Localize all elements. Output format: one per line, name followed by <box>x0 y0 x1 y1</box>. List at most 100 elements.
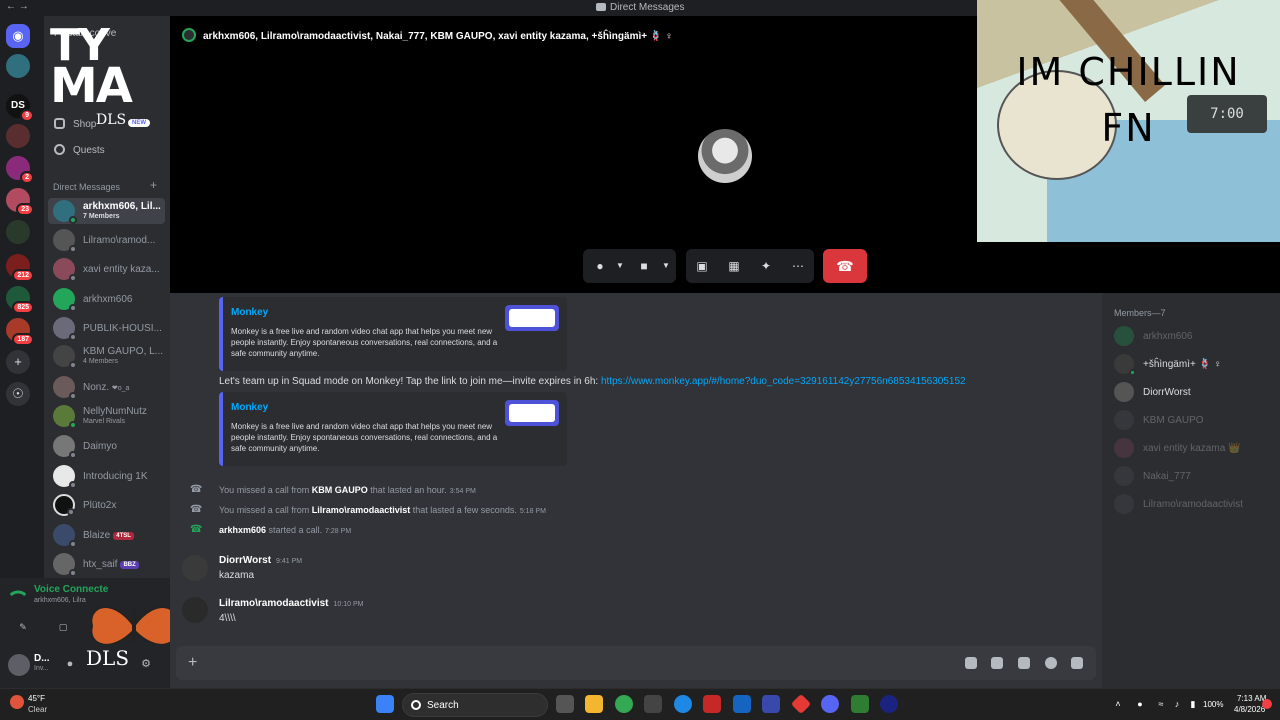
file-explorer-icon[interactable] <box>585 695 603 713</box>
camera-off-icon[interactable]: ■ <box>637 259 651 273</box>
apps-icon[interactable] <box>1071 657 1083 669</box>
dm-item[interactable]: arkhxm606, Lil... 7 Members <box>48 198 165 224</box>
screen-share-icon[interactable]: ▣ <box>695 259 709 273</box>
ea-icon[interactable] <box>880 695 898 713</box>
dm-item[interactable]: Plüto2x <box>48 492 165 518</box>
member-item[interactable]: Nakai_777 <box>1114 466 1274 488</box>
member-item[interactable]: DiorrWorst <box>1114 382 1274 404</box>
embed-title[interactable]: Monkey <box>231 307 268 318</box>
dm-item[interactable]: Daimyo <box>48 433 165 459</box>
edge-icon[interactable] <box>674 695 692 713</box>
battery-icon[interactable]: ▮ <box>1188 699 1198 709</box>
server-icon-ds[interactable]: DS 9 <box>6 94 34 122</box>
avatar <box>1114 410 1134 430</box>
server-icon[interactable] <box>6 220 30 244</box>
microphone-icon[interactable]: ● <box>593 259 607 273</box>
dm-item[interactable]: Introducing 1K <box>48 463 165 489</box>
chevron-down-icon[interactable]: ▼ <box>659 259 673 273</box>
add-server-button[interactable]: + <box>6 350 30 374</box>
task-view-icon[interactable] <box>556 695 574 713</box>
attach-plus-icon[interactable]: + <box>188 655 197 671</box>
member-item[interactable]: +šĥìngämì+ 🪢 ♀ <box>1114 354 1274 376</box>
dm-item[interactable]: KBM GAUPO, L... 4 Members <box>48 343 165 369</box>
roblox-icon[interactable] <box>790 693 812 715</box>
explore-servers-button[interactable]: ☉ <box>6 382 30 406</box>
camera-off-icon[interactable]: ✎ <box>18 622 28 632</box>
emoji-icon[interactable] <box>1045 657 1057 669</box>
embed-description: Monkey is a free live and random video c… <box>231 422 498 453</box>
find-conversation-input[interactable]: Fil start conve <box>54 28 116 39</box>
sidebar-item-shop[interactable]: Shop <box>54 118 96 130</box>
dm-item[interactable]: htx_saif BBZ <box>48 551 165 577</box>
notification-badge[interactable] <box>1262 699 1272 709</box>
screen-share-icon[interactable]: ▢ <box>58 622 68 632</box>
server-icon[interactable]: 23 <box>6 188 34 216</box>
mail-icon[interactable] <box>733 695 751 713</box>
member-item[interactable]: KBM GAUPO <box>1114 410 1274 432</box>
settings-gear-icon[interactable]: ⚙ <box>140 658 152 670</box>
avatar <box>53 405 77 429</box>
avatar[interactable] <box>182 597 208 623</box>
back-forward-nav[interactable]: ← → <box>6 1 29 12</box>
embed-thumbnail[interactable] <box>505 305 559 331</box>
more-options-icon[interactable]: ⋯ <box>791 259 805 273</box>
store-icon[interactable] <box>644 695 662 713</box>
server-icon[interactable]: 825 <box>6 286 34 314</box>
server-icon[interactable] <box>6 124 30 148</box>
activities-icon[interactable]: ▦ <box>727 259 741 273</box>
sticker-icon[interactable] <box>1018 657 1030 669</box>
dm-item[interactable]: Blaize 4TSL <box>48 522 165 548</box>
message-author[interactable]: DiorrWorst 9:41 PM <box>219 555 302 566</box>
dm-item[interactable]: NellyNumNutz Marvel Rivals <box>48 403 165 429</box>
server-icon[interactable]: 187 <box>6 318 34 346</box>
clock-date[interactable]: 4/8/2026 <box>1234 705 1265 714</box>
avatar <box>53 435 77 459</box>
windows-start-icon[interactable] <box>376 695 394 713</box>
member-item[interactable]: xavi entity kazama 👑 <box>1114 438 1274 460</box>
member-item[interactable]: Lilramo\ramodaactivist <box>1114 494 1274 516</box>
invite-link[interactable]: https://www.monkey.app/#/home?duo_code=3… <box>601 376 966 387</box>
avatar[interactable] <box>182 555 208 581</box>
discord-taskbar-icon[interactable] <box>821 695 839 713</box>
caller-avatar[interactable] <box>698 129 752 183</box>
server-icon[interactable]: 2 <box>6 156 34 184</box>
chevron-up-icon[interactable]: ˄ <box>1113 699 1123 709</box>
weather-icon[interactable] <box>10 695 24 709</box>
discord-home-button[interactable]: ◉ <box>6 24 30 48</box>
disconnect-button[interactable]: ☎ <box>823 249 867 283</box>
chrome-icon[interactable] <box>615 695 633 713</box>
weather-temp: 45°F <box>28 694 45 703</box>
dm-item[interactable]: Lilramo\ramod... <box>48 227 165 253</box>
app-icon[interactable] <box>762 695 780 713</box>
wifi-icon[interactable]: ≈ <box>1156 699 1166 709</box>
create-dm-button[interactable]: + <box>150 178 157 192</box>
unread-badge: 825 <box>12 301 34 314</box>
dm-item[interactable]: arkhxm606 <box>48 286 165 312</box>
dm-item[interactable]: Nonz. ❤o_a <box>48 374 165 400</box>
call-controls-actions: ▣ ▦ ✦ ⋯ <box>686 249 814 283</box>
message-composer[interactable]: + <box>176 646 1096 680</box>
avatar <box>53 524 77 548</box>
mcafee-icon[interactable] <box>703 695 721 713</box>
volume-icon[interactable]: ♪ <box>1172 699 1182 709</box>
microphone-icon[interactable]: ● <box>1135 699 1145 709</box>
gift-icon[interactable] <box>965 657 977 669</box>
member-item[interactable]: arkhxm606 <box>1114 326 1274 348</box>
server-icon[interactable]: 212 <box>6 254 34 282</box>
server-icon[interactable] <box>6 54 30 78</box>
sidebar-item-quests[interactable]: Quests <box>54 144 105 156</box>
gif-icon[interactable] <box>991 657 1003 669</box>
embed-title[interactable]: Monkey <box>231 402 268 413</box>
chevron-down-icon[interactable]: ▼ <box>613 259 627 273</box>
avatar <box>1114 466 1134 486</box>
embed-thumbnail[interactable] <box>505 400 559 426</box>
dm-item[interactable]: PUBLIK-HOUSI... <box>48 315 165 341</box>
message-author[interactable]: Lilramo\ramodaactivist 10:10 PM <box>219 598 363 609</box>
avatar[interactable] <box>8 654 30 676</box>
app-icon[interactable] <box>851 695 869 713</box>
voice-status[interactable]: Voice Connecte <box>34 584 108 595</box>
microphone-icon[interactable]: ● <box>64 658 76 670</box>
taskbar-search[interactable]: Search <box>402 693 548 717</box>
soundboard-icon[interactable]: ✦ <box>759 259 773 273</box>
dm-item[interactable]: xavi entity kaza... <box>48 256 165 282</box>
